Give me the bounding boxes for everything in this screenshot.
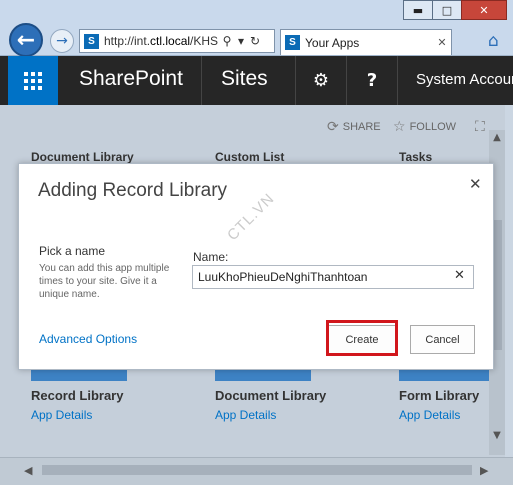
clear-input-icon[interactable]: ✕ <box>454 268 465 283</box>
tile-title[interactable]: Record Library <box>31 388 123 403</box>
scroll-left-icon[interactable]: ◀ <box>24 464 32 477</box>
tile-title[interactable]: Document Library <box>215 388 326 403</box>
scroll-right-icon[interactable]: ▶ <box>480 464 488 477</box>
scroll-up-icon[interactable]: ▲ <box>489 132 505 143</box>
tab-title: Your Apps <box>305 35 360 50</box>
address-bar[interactable]: S http://int.ctl.local/KHS ⚲ ▾ ↻ <box>79 29 275 53</box>
sharepoint-favicon-icon: S <box>285 35 300 50</box>
close-icon[interactable]: ✕ <box>469 175 482 193</box>
pick-name-help: You can add this app multiple times to y… <box>39 263 170 300</box>
share-action[interactable]: ⟳ SHARE <box>327 119 381 135</box>
app-details-link[interactable]: App Details <box>399 408 460 422</box>
follow-action[interactable]: ☆ FOLLOW <box>393 119 456 135</box>
forward-arrow-icon[interactable]: → <box>50 29 74 53</box>
tile-title[interactable]: Tasks <box>399 150 432 164</box>
focus-icon[interactable]: ⛶ <box>475 119 489 135</box>
url-path: /KHS <box>190 34 219 48</box>
suite-bar: SharePoint Sites ⚙ ? System Account <box>0 56 513 105</box>
url-prefix: http://int. <box>104 34 151 48</box>
tab-close-icon[interactable]: ✕ <box>433 36 451 49</box>
refresh-icon[interactable]: ↻ <box>248 34 262 48</box>
sites-link[interactable]: Sites <box>221 67 268 91</box>
maximize-button[interactable]: □ <box>432 0 462 20</box>
share-label: SHARE <box>342 121 381 133</box>
pick-name-label: Pick a name <box>39 244 106 258</box>
window-controls: ▬ □ ✕ <box>403 0 507 20</box>
url-host: ctl.local <box>150 34 191 48</box>
browser-tab[interactable]: S Your Apps ✕ <box>280 29 452 55</box>
tile-title[interactable]: Document Library <box>31 150 134 164</box>
sharepoint-favicon-icon: S <box>84 33 99 49</box>
create-highlight-box <box>326 320 398 356</box>
follow-label: FOLLOW <box>409 121 457 133</box>
back-arrow-icon[interactable]: ← <box>9 23 43 57</box>
app-details-link[interactable]: App Details <box>215 408 276 422</box>
suite-divider <box>201 56 202 105</box>
scroll-down-icon[interactable]: ▼ <box>489 430 505 441</box>
advanced-options-link[interactable]: Advanced Options <box>39 332 137 346</box>
user-menu[interactable]: System Account <box>416 71 513 88</box>
star-icon: ☆ <box>393 119 406 135</box>
home-icon[interactable]: ⌂ <box>488 31 499 51</box>
scroll-thumb[interactable] <box>42 465 472 475</box>
address-url[interactable]: http://int.ctl.local/KHS <box>104 34 220 48</box>
dropdown-arrow-icon[interactable]: ▾ <box>234 34 248 48</box>
share-icon: ⟳ <box>327 119 339 135</box>
minimize-button[interactable]: ▬ <box>403 0 433 20</box>
window-close-button[interactable]: ✕ <box>461 0 507 20</box>
suite-divider <box>397 56 398 105</box>
name-field-label: Name: <box>193 250 229 264</box>
tile-title[interactable]: Form Library <box>399 388 479 403</box>
browser-chrome: ▬ □ ✕ ← → S http://int.ctl.local/KHS ⚲ ▾… <box>0 0 513 57</box>
app-details-link[interactable]: App Details <box>31 408 92 422</box>
suite-brand[interactable]: SharePoint <box>79 67 183 91</box>
add-app-dialog: Adding Record Library ✕ Pick a name You … <box>18 163 494 370</box>
name-field[interactable] <box>192 265 474 289</box>
dialog-title: Adding Record Library <box>38 180 228 201</box>
app-launcher-icon[interactable] <box>8 56 58 105</box>
horizontal-scrollbar[interactable]: ◀ ▶ <box>0 457 513 485</box>
gear-icon[interactable]: ⚙ <box>296 56 346 105</box>
search-icon[interactable]: ⚲ <box>220 34 234 48</box>
help-icon[interactable]: ? <box>347 56 397 105</box>
tile-title[interactable]: Custom List <box>215 150 284 164</box>
cancel-button[interactable]: Cancel <box>410 325 475 354</box>
